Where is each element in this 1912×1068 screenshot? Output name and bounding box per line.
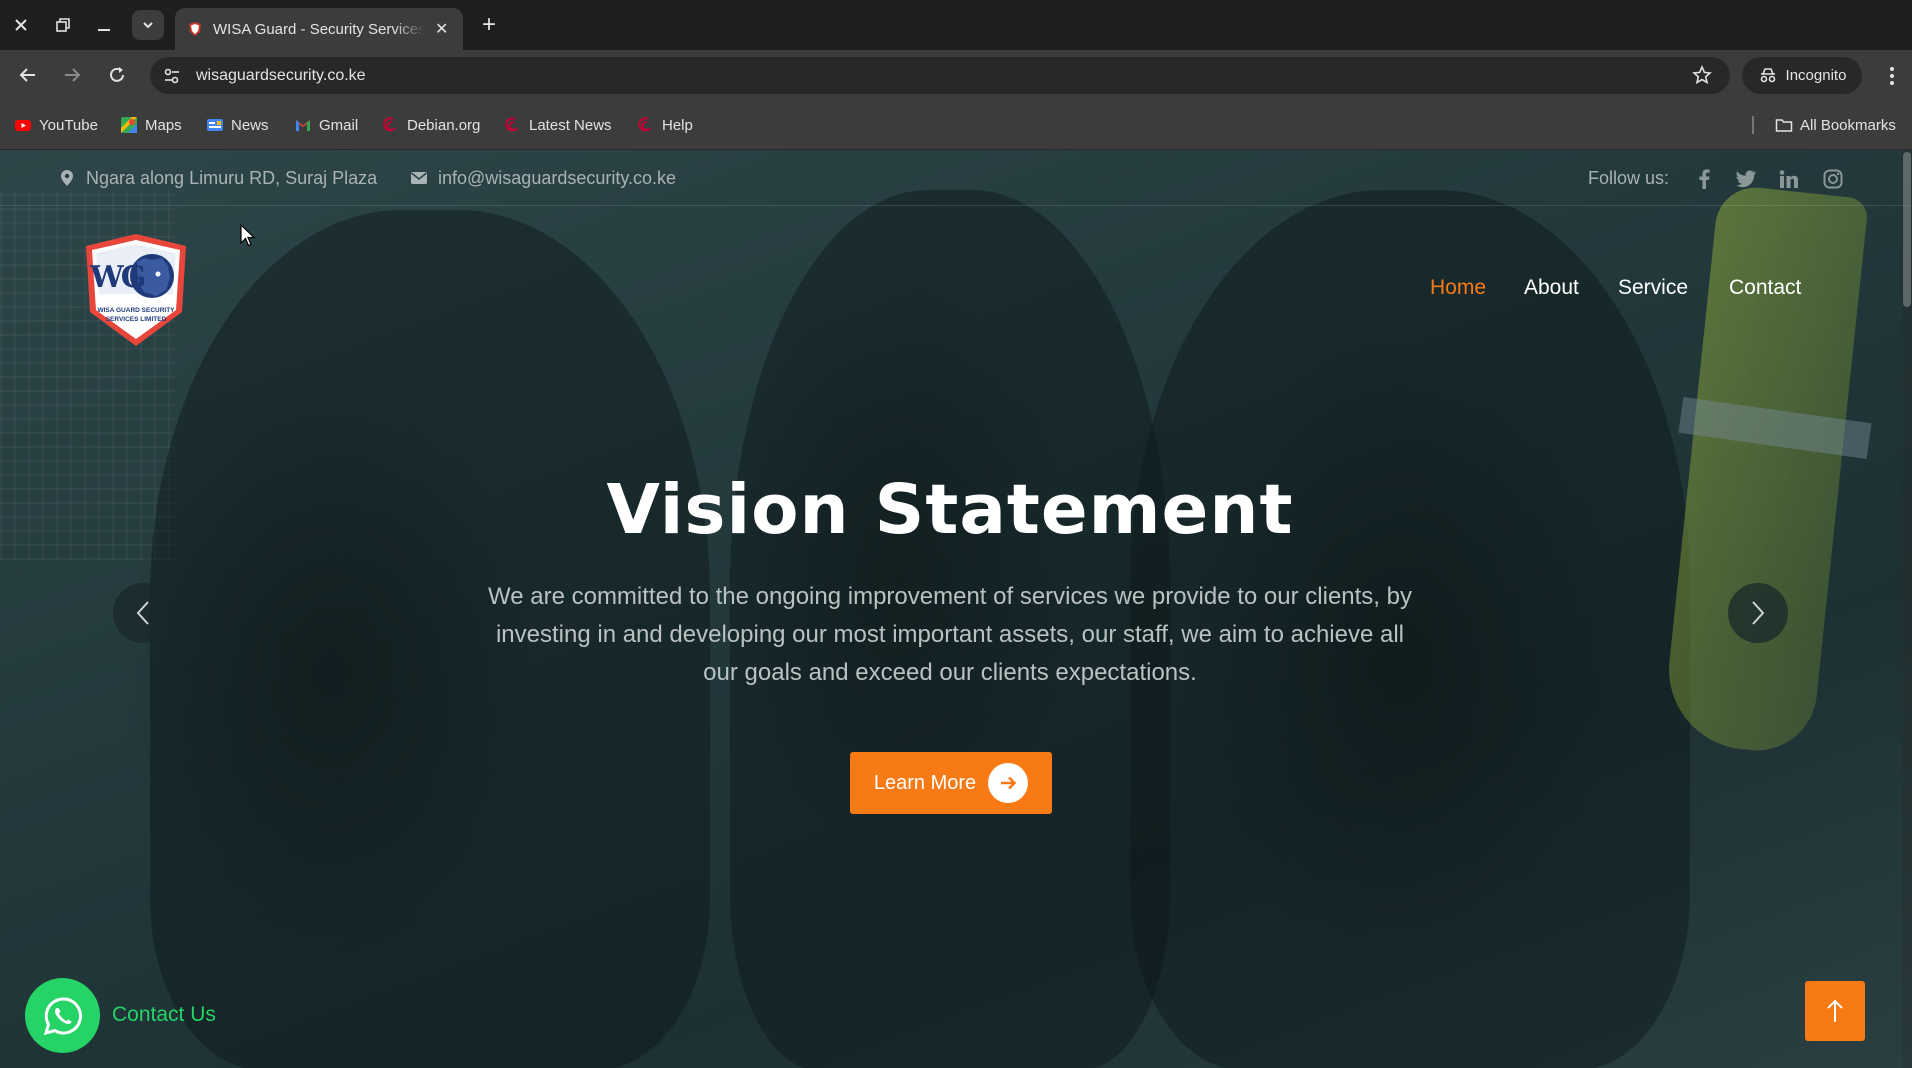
new-tab-icon[interactable]: + <box>474 10 504 40</box>
back-icon[interactable] <box>12 59 44 91</box>
debian-icon <box>638 117 651 132</box>
bookmark-gmail[interactable]: Gmail <box>294 100 358 150</box>
whatsapp-button[interactable] <box>25 978 100 1053</box>
minimize-window-icon[interactable] <box>88 10 120 40</box>
email-text: info@wisaguardsecurity.co.ke <box>438 167 677 188</box>
incognito-icon <box>1760 67 1775 82</box>
bookmark-label: Maps <box>145 116 182 134</box>
all-bookmarks-button[interactable]: All Bookmarks <box>1775 100 1896 150</box>
scrollbar-thumb[interactable] <box>1903 152 1911 307</box>
whatsapp-icon <box>43 996 82 1035</box>
debian-icon <box>383 117 396 132</box>
bookmark-label: News <box>231 116 269 134</box>
news-icon <box>207 119 223 131</box>
whatsapp-contact-label[interactable]: Contact Us <box>112 1003 216 1027</box>
logo-initials: WG <box>90 260 146 295</box>
facebook-icon[interactable] <box>1693 168 1715 190</box>
bookmark-star-icon[interactable] <box>1692 65 1712 90</box>
forward-icon[interactable] <box>56 59 88 91</box>
carousel-next-button[interactable] <box>1728 583 1788 643</box>
folder-icon <box>1775 119 1793 132</box>
nav-contact[interactable]: Contact <box>1729 276 1801 300</box>
hero-title: Vision Statement <box>606 470 1294 550</box>
bookmark-label: YouTube <box>39 116 98 134</box>
bookmark-label: Help <box>662 116 693 134</box>
bookmark-youtube[interactable]: YouTube <box>14 100 98 150</box>
follow-us-label: Follow us: <box>1588 167 1670 188</box>
tab-title: WISA Guard - Security Services <box>213 20 425 38</box>
instagram-icon[interactable] <box>1822 168 1844 190</box>
nav-about[interactable]: About <box>1524 276 1579 300</box>
bookmark-news[interactable]: News <box>206 100 269 150</box>
all-bookmarks-label: All Bookmarks <box>1800 116 1896 134</box>
incognito-label: Incognito <box>1785 67 1847 84</box>
address-bar[interactable]: wisaguardsecurity.co.ke <box>150 57 1730 94</box>
carousel-prev-button[interactable] <box>113 583 173 643</box>
back-to-top-button[interactable] <box>1805 981 1865 1041</box>
bookmark-label: Latest News <box>529 116 612 134</box>
logo-line-2: SERVICES LIMITED <box>105 316 167 323</box>
bookmark-latest-news[interactable]: Latest News <box>504 100 612 150</box>
bookmark-label: Gmail <box>319 116 359 134</box>
arrow-up-icon <box>1827 999 1843 1022</box>
gmail-icon <box>296 120 310 131</box>
map-marker-icon <box>61 170 73 186</box>
bookmark-debian[interactable]: Debian.org <box>382 100 480 150</box>
site-info-icon[interactable] <box>162 66 182 86</box>
mouse-cursor-icon <box>240 224 256 247</box>
youtube-icon <box>15 120 31 131</box>
webpage: Ngara along Limuru RD, Suraj Plaza info@… <box>0 150 1912 1068</box>
hero-text: We are committed to the ongoing improvem… <box>488 583 1412 686</box>
learn-more-label: Learn More <box>873 771 977 794</box>
close-window-icon[interactable] <box>5 10 37 40</box>
learn-more-button[interactable]: Learn More <box>850 752 1052 814</box>
twitter-icon[interactable] <box>1735 168 1757 190</box>
bookmarks-divider <box>1752 116 1754 134</box>
tab-close-icon[interactable]: ✕ <box>435 19 448 39</box>
incognito-button[interactable]: Incognito <box>1742 57 1862 94</box>
address-text: Ngara along Limuru RD, Suraj Plaza <box>86 167 378 188</box>
site-favicon-icon <box>189 22 201 36</box>
top-info-bar: Ngara along Limuru RD, Suraj Plaza info@… <box>0 150 1912 206</box>
chevron-left-icon <box>136 601 149 625</box>
restore-window-icon[interactable] <box>47 10 79 40</box>
chevron-right-icon <box>1752 601 1765 625</box>
bookmark-label: Debian.org <box>407 116 481 134</box>
browser-toolbar: wisaguardsecurity.co.ke Incognito <box>0 50 1912 100</box>
nav-home[interactable]: Home <box>1430 276 1486 300</box>
envelope-icon <box>411 172 427 184</box>
browser-tab-bar: WISA Guard - Security Services ✕ + <box>0 0 1912 50</box>
maps-icon <box>121 117 137 133</box>
bookmarks-bar: YouTube Maps News Gmail Debian.org Lates… <box>0 100 1912 150</box>
nav-service[interactable]: Service <box>1618 276 1688 300</box>
reload-icon[interactable] <box>101 59 133 91</box>
linkedin-icon[interactable] <box>1778 168 1800 190</box>
bookmark-maps[interactable]: Maps <box>120 100 182 150</box>
logo-line-1: WISA GUARD SECURITY <box>97 307 175 314</box>
email-info[interactable]: info@wisaguardsecurity.co.ke <box>410 150 676 206</box>
tab-search-chevron-icon[interactable] <box>132 10 164 40</box>
bookmark-help[interactable]: Help <box>637 100 693 150</box>
debian-icon <box>505 117 518 132</box>
site-logo[interactable]: WG WISA GUARD SECURITY SERVICES LIMITED <box>82 232 190 348</box>
url-text: wisaguardsecurity.co.ke <box>196 66 366 84</box>
browser-menu-icon[interactable] <box>1880 62 1904 90</box>
active-tab[interactable]: WISA Guard - Security Services ✕ <box>175 8 463 50</box>
arrow-right-icon <box>988 763 1029 803</box>
address-info: Ngara along Limuru RD, Suraj Plaza <box>58 150 377 206</box>
